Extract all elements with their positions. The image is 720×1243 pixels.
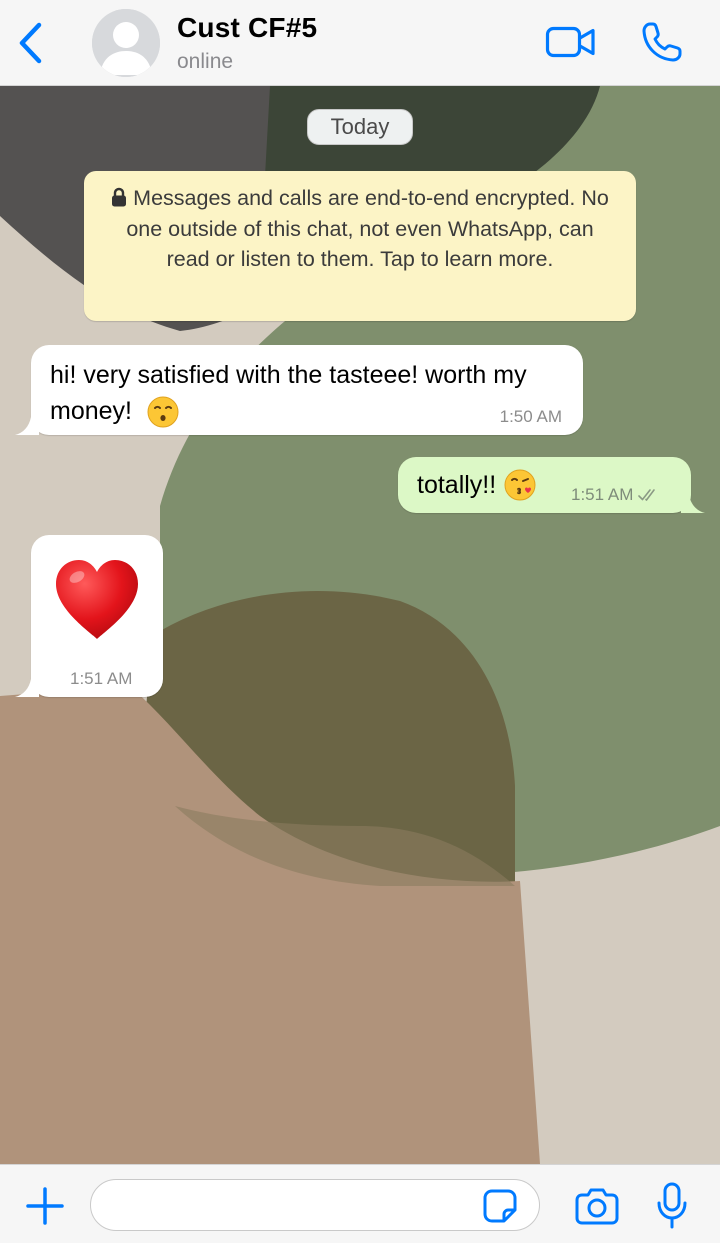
outgoing-message[interactable]: totally!! 1:51 AM xyxy=(398,457,705,513)
message-timestamp: 1:51 AM xyxy=(70,669,133,688)
camera-icon xyxy=(575,1188,619,1225)
message-timestamp: 1:50 AM xyxy=(499,407,562,426)
bubble-tail xyxy=(15,413,39,435)
incoming-message[interactable]: hi! very satisfied with the tasteee! wor… xyxy=(15,345,583,435)
phone-icon xyxy=(642,22,682,62)
message-composer xyxy=(0,1164,720,1243)
video-camera-icon xyxy=(545,26,595,58)
encryption-notice[interactable]: Messages and calls are end-to-end encryp… xyxy=(84,171,636,321)
encryption-notice-text: Messages and calls are end-to-end encryp… xyxy=(126,186,609,271)
contact-status: online xyxy=(177,50,234,73)
chat-header: Cust CF#5 online xyxy=(0,0,720,86)
chat-message-list[interactable]: Today Messages and calls are end-to-end … xyxy=(0,86,720,1164)
message-input[interactable] xyxy=(90,1179,540,1231)
sticker-button[interactable] xyxy=(480,1187,520,1225)
person-silhouette-icon xyxy=(92,9,160,77)
date-separator: Today xyxy=(307,109,413,145)
red-heart-icon xyxy=(56,560,138,639)
incoming-message[interactable]: 1:51 AM xyxy=(15,535,163,697)
attach-button[interactable] xyxy=(22,1183,68,1229)
double-check-read-icon xyxy=(638,489,656,501)
plus-icon xyxy=(26,1187,64,1225)
message-body: totally!! xyxy=(417,468,536,502)
bubble-tail xyxy=(681,491,705,513)
lock-icon xyxy=(112,187,127,207)
sticker-icon xyxy=(483,1189,517,1223)
back-button[interactable] xyxy=(10,20,50,66)
microphone-button[interactable] xyxy=(650,1179,694,1233)
message-text: hi! very satisfied with the tasteee! wor… xyxy=(50,361,527,425)
chevron-left-icon xyxy=(19,22,42,64)
contact-avatar[interactable] xyxy=(92,9,160,77)
bubble-tail xyxy=(15,675,39,697)
video-call-button[interactable] xyxy=(543,22,599,62)
kissing-face-icon xyxy=(147,396,179,428)
message-meta: 1:51 AM xyxy=(571,485,660,505)
message-timestamp: 1:51 AM xyxy=(571,485,634,504)
microphone-icon xyxy=(657,1182,687,1229)
camera-button[interactable] xyxy=(572,1183,622,1229)
contact-name[interactable]: Cust CF#5 xyxy=(177,12,317,44)
face-blowing-kiss-icon xyxy=(504,469,536,501)
message-text: totally!! xyxy=(417,471,497,499)
message-body: hi! very satisfied with the tasteee! wor… xyxy=(50,357,560,429)
voice-call-button[interactable] xyxy=(636,18,688,66)
